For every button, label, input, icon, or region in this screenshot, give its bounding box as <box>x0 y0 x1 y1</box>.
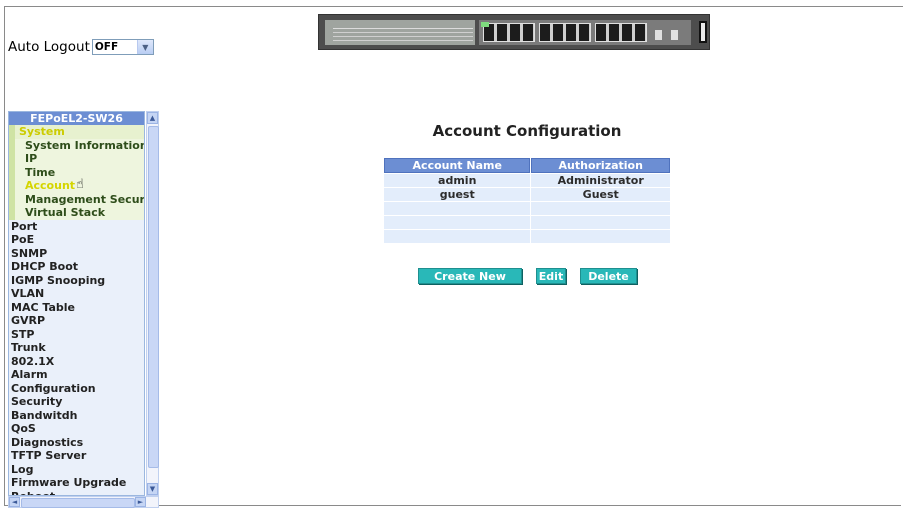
table-row[interactable]: admin Administrator <box>384 174 670 187</box>
authorization-cell: Administrator <box>531 174 670 187</box>
switch-port-panel <box>479 20 691 45</box>
sidebar: FEPoEL2-SW26 System System Information IP T… <box>8 111 160 508</box>
switch-label-panel <box>325 20 475 45</box>
auto-logout-label: Auto Logout <box>8 39 90 55</box>
account-name-cell[interactable]: guest <box>384 188 531 201</box>
scroll-right-icon[interactable]: ► <box>135 497 146 507</box>
sidebar-item-tftp-server[interactable]: TFTP Server <box>9 449 144 463</box>
table-row <box>384 202 670 215</box>
column-header-account-name: Account Name <box>384 158 531 173</box>
sidebar-item-management-securit[interactable]: Management Securit <box>9 192 144 206</box>
sidebar-item-poe[interactable]: PoE <box>9 233 144 247</box>
switch-uplink-port <box>655 30 662 40</box>
account-name-cell <box>384 230 531 243</box>
switch-port-group <box>539 23 591 42</box>
scroll-up-icon[interactable]: ▲ <box>147 112 158 124</box>
account-name-cell[interactable]: admin <box>384 174 531 187</box>
sidebar-item-port[interactable]: Port <box>9 219 144 233</box>
switch-port-group <box>483 23 535 42</box>
account-name-cell <box>384 202 531 215</box>
page-title: Account Configuration <box>432 122 622 140</box>
authorization-cell <box>531 216 670 229</box>
sidebar-title: FEPoEL2-SW26 <box>9 112 144 125</box>
sidebar-horizontal-scrollbar[interactable]: ◄ ► <box>8 496 159 508</box>
sidebar-item-diagnostics[interactable]: Diagnostics <box>9 435 144 449</box>
auto-logout-select[interactable]: OFF ▼ <box>91 39 154 55</box>
account-table: Account Name Authorization admin Adminis… <box>383 157 671 244</box>
sidebar-item-ip[interactable]: IP <box>9 152 144 166</box>
sidebar-item-bandwitdh[interactable]: Bandwitdh <box>9 408 144 422</box>
sidebar-item-configuration[interactable]: Configuration <box>9 381 144 395</box>
sidebar-item-802-1x[interactable]: 802.1X <box>9 354 144 368</box>
switch-port-group <box>595 23 647 42</box>
sidebar-item-qos[interactable]: QoS <box>9 422 144 436</box>
switch-console-port <box>699 21 707 43</box>
account-name-cell <box>384 216 531 229</box>
switch-uplink-port <box>671 30 678 40</box>
sidebar-item-trunk[interactable]: Trunk <box>9 341 144 355</box>
authorization-cell: Guest <box>531 188 670 201</box>
column-header-authorization: Authorization <box>531 158 670 173</box>
sidebar-item-system[interactable]: System <box>9 125 144 139</box>
sidebar-item-virtual-stack[interactable]: Virtual Stack <box>9 206 144 220</box>
sidebar-item-alarm[interactable]: Alarm <box>9 368 144 382</box>
sidebar-item-dhcp-boot[interactable]: DHCP Boot <box>9 260 144 274</box>
sidebar-item-security[interactable]: Security <box>9 395 144 409</box>
switch-device-image <box>318 14 710 50</box>
sidebar-item-firmware-upgrade[interactable]: Firmware Upgrade <box>9 476 144 490</box>
sidebar-item-mac-table[interactable]: MAC Table <box>9 300 144 314</box>
sidebar-item-log[interactable]: Log <box>9 462 144 476</box>
edit-button[interactable]: Edit <box>536 268 566 284</box>
create-new-button[interactable]: Create New <box>418 268 522 284</box>
sidebar-item-gvrp[interactable]: GVRP <box>9 314 144 328</box>
hand-cursor-icon: ☝ <box>76 177 84 192</box>
auto-logout: Auto Logout OFF ▼ <box>8 39 154 55</box>
scrollbar-thumb[interactable] <box>21 498 135 508</box>
sidebar-item-vlan[interactable]: VLAN <box>9 287 144 301</box>
delete-button[interactable]: Delete <box>580 268 637 284</box>
table-row <box>384 230 670 243</box>
authorization-cell <box>531 202 670 215</box>
authorization-cell <box>531 230 670 243</box>
sidebar-vertical-scrollbar[interactable]: ▲ ▼ <box>146 111 159 496</box>
sidebar-item-system-information[interactable]: System Information <box>9 138 144 152</box>
scroll-down-icon[interactable]: ▼ <box>147 483 158 495</box>
sidebar-item-stp[interactable]: STP <box>9 327 144 341</box>
table-header-row: Account Name Authorization <box>384 158 670 173</box>
sidebar-menu: FEPoEL2-SW26 System System Information IP T… <box>8 111 145 496</box>
dropdown-arrow-icon[interactable]: ▼ <box>136 40 153 54</box>
scroll-left-icon[interactable]: ◄ <box>9 497 20 507</box>
sidebar-item-snmp[interactable]: SNMP <box>9 246 144 260</box>
table-row <box>384 216 670 229</box>
table-row[interactable]: guest Guest <box>384 188 670 201</box>
sidebar-item-igmp-snooping[interactable]: IGMP Snooping <box>9 273 144 287</box>
switch-led <box>481 22 489 27</box>
scrollbar-thumb[interactable] <box>148 126 159 468</box>
auto-logout-value: OFF <box>94 41 119 53</box>
